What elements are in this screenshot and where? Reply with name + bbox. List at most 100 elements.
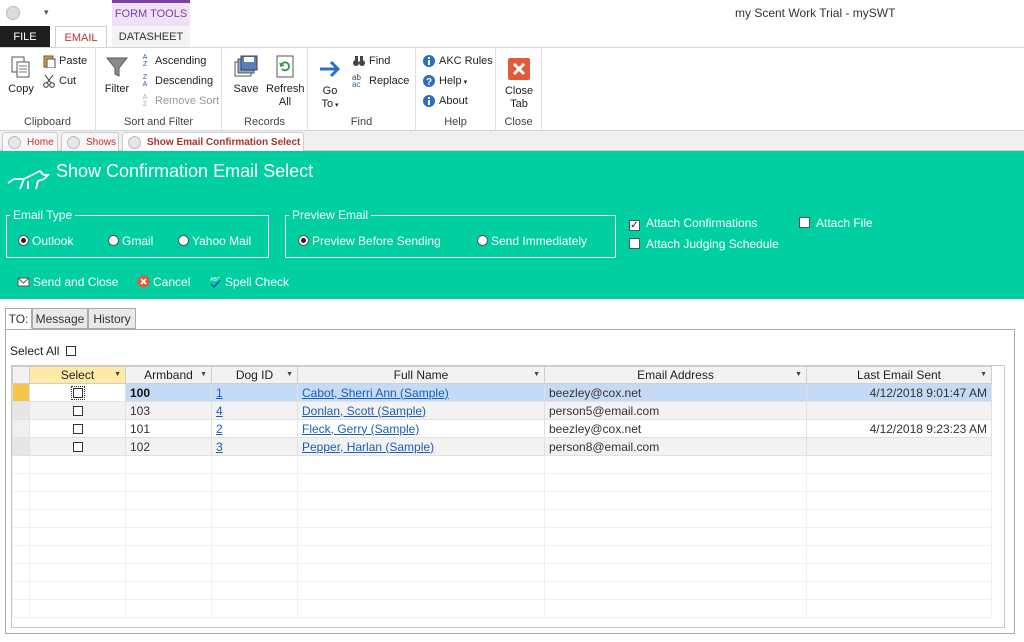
dog-id-link[interactable]: 2 <box>216 422 223 436</box>
cancel-button[interactable]: Cancel <box>137 274 190 290</box>
ascending-button[interactable]: A Z Ascending <box>138 52 207 70</box>
filter-button[interactable]: Filter <box>102 54 132 96</box>
attach-file-checkbox[interactable]: Attach File <box>799 215 873 231</box>
full-name-cell[interactable]: Pepper, Harlan (Sample) <box>297 437 545 456</box>
chevron-down-icon[interactable]: ▼ <box>533 371 540 378</box>
full-name-cell[interactable]: Donlan, Scott (Sample) <box>297 401 545 420</box>
tab-file[interactable]: FILE <box>0 26 50 48</box>
recipients-datasheet: Select ▼ Armband ▼ Dog ID ▼ Full Name ▼ Emai… <box>11 365 1005 628</box>
chevron-down-icon[interactable]: ▼ <box>200 371 207 378</box>
email-cell[interactable]: beezley@cox.net <box>544 383 807 402</box>
column-header-armband[interactable]: Armband ▼ <box>125 366 212 384</box>
doc-tab-shows[interactable]: Shows <box>61 132 119 151</box>
preview-before-sending-radio[interactable]: Preview Before Sending <box>298 233 441 249</box>
doc-tab-email-select[interactable]: Show Email Confirmation Select <box>122 132 304 151</box>
column-header-email[interactable]: Email Address ▼ <box>544 366 807 384</box>
save-button[interactable]: Save <box>230 54 262 96</box>
attach-confirmations-checkbox[interactable]: ✓ Attach Confirmations <box>629 215 757 231</box>
table-row[interactable]: 102 3 Pepper, Harlan (Sample) person8@em… <box>12 437 992 456</box>
tab-message[interactable]: Message <box>32 308 88 329</box>
row-select-checkbox[interactable] <box>29 437 126 456</box>
armband-cell[interactable]: 100 <box>125 383 212 402</box>
email-cell[interactable]: beezley@cox.net <box>544 419 807 438</box>
chevron-down-icon[interactable]: ▼ <box>286 371 293 378</box>
email-type-outlook-radio[interactable]: Outlook <box>18 233 73 249</box>
column-header-full-name[interactable]: Full Name ▼ <box>297 366 545 384</box>
row-select-checkbox[interactable] <box>29 401 126 420</box>
descending-button[interactable]: Z A Descending <box>138 72 213 90</box>
tab-history[interactable]: History <box>88 308 136 329</box>
refresh-all-button[interactable]: Refresh All <box>266 54 305 109</box>
select-all-corner[interactable] <box>12 366 30 384</box>
armband-cell[interactable]: 103 <box>125 401 212 420</box>
close-tab-button[interactable]: Close Tab <box>502 56 536 111</box>
app-icon[interactable] <box>6 6 20 20</box>
dog-id-cell[interactable]: 1 <box>211 383 298 402</box>
row-select-checkbox[interactable] <box>29 383 126 402</box>
find-button[interactable]: Find <box>352 52 390 70</box>
column-header-select[interactable]: Select ▼ <box>29 366 126 384</box>
akc-rules-button[interactable]: AKC Rules <box>422 52 493 70</box>
dog-id-link[interactable]: 1 <box>216 386 223 400</box>
column-header-last-sent[interactable]: Last Email Sent ▼ <box>806 366 992 384</box>
tab-email[interactable]: EMAIL <box>55 26 107 48</box>
email-cell[interactable]: person8@email.com <box>544 437 807 456</box>
last-sent-cell[interactable]: 4/12/2018 9:01:47 AM <box>806 383 992 402</box>
quick-access-toolbar[interactable]: ▾ <box>6 5 49 21</box>
goto-button[interactable]: Go To ▾ <box>314 56 346 112</box>
tab-datasheet[interactable]: DATASHEET <box>112 26 190 48</box>
send-and-close-button[interactable]: Send and Close <box>17 274 118 290</box>
attach-judging-schedule-checkbox[interactable]: Attach Judging Schedule <box>629 236 779 252</box>
email-type-yahoo-radio[interactable]: Yahoo Mail <box>178 233 251 249</box>
table-row[interactable]: 101 2 Fleck, Gerry (Sample) beezley@cox.… <box>12 419 992 438</box>
full-name-link[interactable]: Fleck, Gerry (Sample) <box>302 422 419 436</box>
chevron-down-icon[interactable]: ▼ <box>114 371 121 378</box>
full-name-cell[interactable]: Cabot, Sherri Ann (Sample) <box>297 383 545 402</box>
spell-check-button[interactable]: ABC Spell Check <box>209 274 289 290</box>
select-all-checkbox[interactable]: Select All <box>10 343 77 359</box>
row-selector[interactable] <box>12 437 30 456</box>
chevron-down-icon[interactable]: ▼ <box>980 371 987 378</box>
about-button[interactable]: About <box>422 92 468 110</box>
full-name-link[interactable]: Donlan, Scott (Sample) <box>302 404 426 418</box>
email-type-gmail-radio[interactable]: Gmail <box>108 233 153 249</box>
customize-qat-icon[interactable]: ▾ <box>44 7 49 18</box>
column-select-label: Select <box>60 368 95 382</box>
last-sent-cell[interactable] <box>806 437 992 456</box>
clipboard-group: Copy Paste Cut Clipboard <box>0 48 96 130</box>
last-sent-cell[interactable] <box>806 401 992 420</box>
arrow-right-icon <box>320 60 341 78</box>
chevron-down-icon[interactable]: ▼ <box>795 371 802 378</box>
row-select-checkbox[interactable] <box>29 419 126 438</box>
dog-id-cell[interactable]: 3 <box>211 437 298 456</box>
replace-button[interactable]: ab ac Replace <box>352 72 409 90</box>
tab-to[interactable]: TO: <box>5 308 32 329</box>
paste-button[interactable]: Paste <box>42 52 87 70</box>
column-header-dog-id[interactable]: Dog ID ▼ <box>211 366 298 384</box>
remove-sort-button[interactable]: A Z Remove Sort <box>138 92 220 110</box>
dog-id-link[interactable]: 4 <box>216 404 223 418</box>
copy-button[interactable]: Copy <box>4 54 38 96</box>
full-name-link[interactable]: Pepper, Harlan (Sample) <box>302 440 434 454</box>
row-selector[interactable] <box>12 383 30 402</box>
empty-row <box>12 599 992 618</box>
dog-id-cell[interactable]: 4 <box>211 401 298 420</box>
table-row[interactable]: 100 1 Cabot, Sherri Ann (Sample) beezley… <box>12 383 992 402</box>
dog-id-cell[interactable]: 2 <box>211 419 298 438</box>
close-icon <box>508 58 530 80</box>
cut-button[interactable]: Cut <box>42 72 76 90</box>
row-selector[interactable] <box>12 419 30 438</box>
doc-tab-home[interactable]: Home <box>2 132 58 151</box>
full-name-link[interactable]: Cabot, Sherri Ann (Sample) <box>302 386 449 400</box>
last-sent-cell[interactable]: 4/12/2018 9:23:23 AM <box>806 419 992 438</box>
full-name-cell[interactable]: Fleck, Gerry (Sample) <box>297 419 545 438</box>
send-immediately-radio[interactable]: Send Immediately <box>477 233 587 249</box>
title-bar: ▾ FORM TOOLS my Scent Work Trial - mySWT <box>0 0 1024 26</box>
armband-cell[interactable]: 101 <box>125 419 212 438</box>
row-selector[interactable] <box>12 401 30 420</box>
armband-cell[interactable]: 102 <box>125 437 212 456</box>
email-cell[interactable]: person5@email.com <box>544 401 807 420</box>
dog-id-link[interactable]: 3 <box>216 440 223 454</box>
table-row[interactable]: 103 4 Donlan, Scott (Sample) person5@ema… <box>12 401 992 420</box>
help-button[interactable]: ? Help ▾ <box>422 72 467 90</box>
